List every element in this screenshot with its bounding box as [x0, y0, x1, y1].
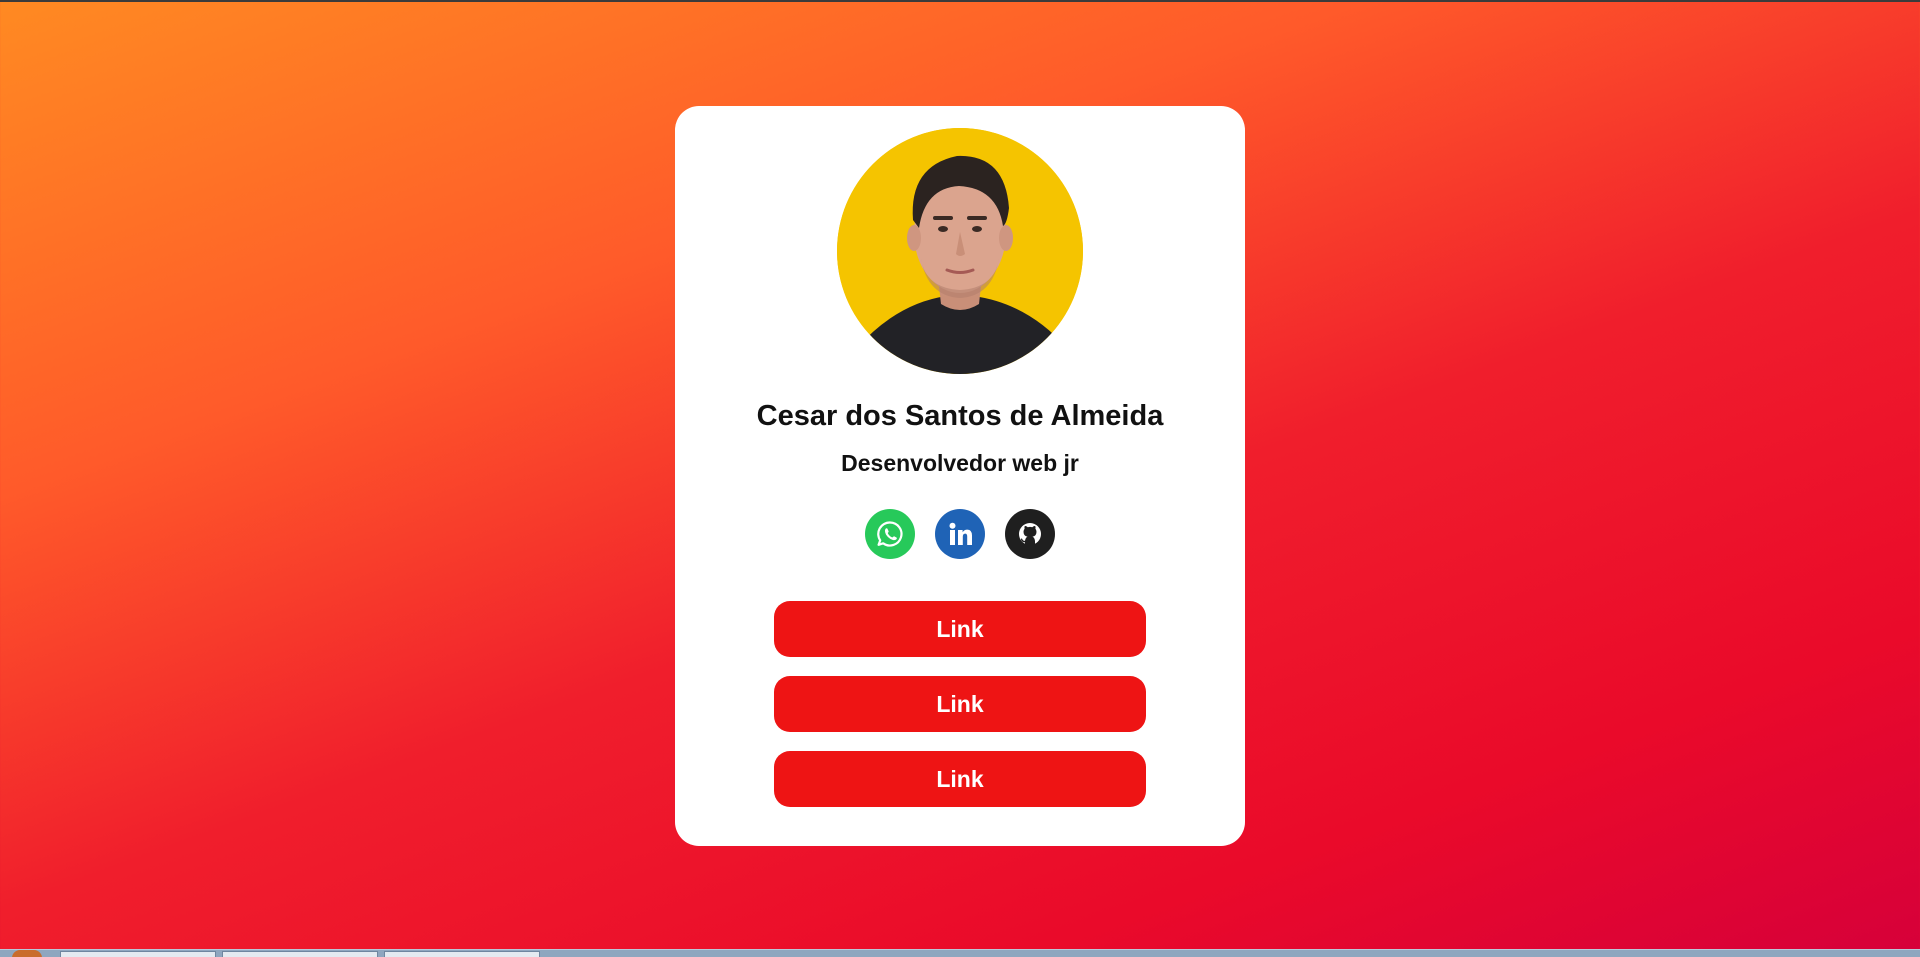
taskbar-tab-2[interactable] — [222, 951, 378, 957]
profile-card: Cesar dos Santos de Almeida Desenvolvedo… — [675, 106, 1245, 846]
link-button-3[interactable]: Link — [774, 751, 1146, 807]
github-icon — [1019, 523, 1041, 545]
link-button-1[interactable]: Link — [774, 601, 1146, 657]
github-button[interactable] — [1005, 509, 1055, 559]
whatsapp-icon — [877, 521, 903, 547]
taskbar-tab-1[interactable] — [60, 951, 216, 957]
link-button-2[interactable]: Link — [774, 676, 1146, 732]
avatar — [837, 128, 1083, 374]
linkedin-icon — [949, 522, 972, 545]
whatsapp-button[interactable] — [865, 509, 915, 559]
taskbar-tab-3[interactable] — [384, 951, 540, 957]
avatar-photo — [837, 128, 1083, 374]
link-list: Link Link Link — [774, 601, 1146, 826]
taskbar — [0, 949, 1920, 957]
profile-role: Desenvolvedor web jr — [841, 450, 1079, 476]
social-links — [675, 509, 1245, 561]
window-top-border — [0, 0, 1920, 2]
linkedin-button[interactable] — [935, 509, 985, 559]
profile-name: Cesar dos Santos de Almeida — [756, 400, 1164, 432]
start-button[interactable] — [12, 950, 42, 957]
